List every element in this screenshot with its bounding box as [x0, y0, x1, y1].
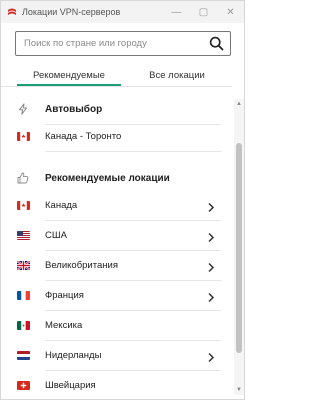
title-bar[interactable]: Локации VPN-серверов — ▢ ✕ [1, 1, 244, 23]
window-title: Локации VPN-серверов [22, 7, 121, 17]
current-location-item[interactable]: Канада - Торонто [1, 121, 232, 151]
location-label: Канада [45, 199, 78, 211]
france-flag-icon [16, 289, 30, 301]
divider [45, 151, 221, 152]
search-input[interactable] [16, 32, 206, 55]
location-item-netherlands[interactable]: Нидерланды [1, 340, 232, 370]
location-label: США [45, 229, 67, 241]
locations-list: Автовыбор Канада - Торонто Рекомендуемые… [1, 91, 232, 400]
minimize-button[interactable]: — [163, 1, 190, 23]
chevron-right-icon[interactable] [207, 230, 215, 243]
recommended-heading: Рекомендуемые локации [1, 163, 232, 193]
chevron-right-icon[interactable] [207, 350, 215, 363]
location-item-usa[interactable]: США [1, 220, 232, 250]
chevron-right-icon[interactable] [207, 200, 215, 213]
window-controls: — ▢ ✕ [163, 1, 244, 23]
close-button[interactable]: ✕ [217, 1, 244, 23]
autoselect-item[interactable]: Автовыбор [1, 94, 232, 124]
location-label: Мексика [45, 319, 83, 331]
recommended-heading-label: Рекомендуемые локации [45, 172, 170, 184]
canada-flag-icon [16, 130, 30, 142]
vpn-locations-window: Локации VPN-серверов — ▢ ✕ Рекомендуемые… [0, 0, 245, 400]
uk-flag-icon [16, 259, 30, 271]
usa-flag-icon [16, 229, 30, 241]
scroll-down-icon[interactable]: ▼ [234, 385, 244, 395]
location-item-canada[interactable]: Канада [1, 190, 232, 220]
location-label: Нидерланды [45, 349, 102, 361]
switzerland-flag-icon [16, 379, 30, 391]
tab-recommended[interactable]: Рекомендуемые [15, 64, 123, 86]
location-label: Великобритания [45, 259, 118, 271]
location-label: Швейцария [45, 379, 96, 391]
canada-flag-icon [16, 199, 30, 211]
tab-all-locations[interactable]: Все локации [123, 64, 231, 86]
tabs-divider [1, 86, 232, 87]
location-label: Франция [45, 289, 84, 301]
location-item-uk[interactable]: Великобритания [1, 250, 232, 280]
chevron-right-icon[interactable] [207, 290, 215, 303]
search-box [15, 31, 231, 56]
location-item-france[interactable]: Франция [1, 280, 232, 310]
maximize-button[interactable]: ▢ [190, 1, 217, 23]
scrollbar-thumb[interactable] [236, 143, 242, 353]
location-item-mexico[interactable]: Мексика [1, 310, 232, 340]
app-logo-icon [7, 7, 17, 17]
current-location-label: Канада - Торонто [45, 130, 122, 142]
search-icon[interactable] [209, 36, 224, 51]
lightning-icon [16, 103, 30, 115]
location-item-switzerland[interactable]: Швейцария [1, 370, 232, 400]
scrollbar[interactable]: ▲ ▼ [234, 99, 244, 395]
mexico-flag-icon [16, 319, 30, 331]
netherlands-flag-icon [16, 349, 30, 361]
autoselect-label: Автовыбор [45, 103, 103, 115]
chevron-right-icon[interactable] [207, 260, 215, 273]
location-tabs: Рекомендуемые Все локации [15, 64, 231, 86]
thumbs-up-icon [16, 172, 30, 184]
scroll-up-icon[interactable]: ▲ [234, 99, 244, 109]
